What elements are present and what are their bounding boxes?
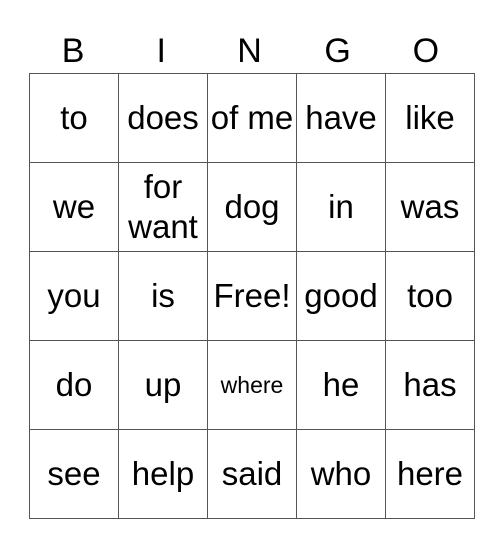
bingo-cell: for want [118,162,208,252]
bingo-card-grid: to does of me have like we for want dog … [29,73,475,519]
bingo-cell: good [296,251,386,341]
bingo-cell: have [296,73,386,163]
bingo-cell: like [385,73,475,163]
bingo-cell: you [29,251,119,341]
bingo-cell: does [118,73,208,163]
header-letter-g: G [324,32,351,70]
bingo-cell: where [207,340,297,430]
bingo-cell: who [296,429,386,519]
bingo-cell: see [29,429,119,519]
bingo-cell: we [29,162,119,252]
grid-row: do up where he has [29,340,475,430]
header-letter-b: B [61,32,85,70]
bingo-cell: said [207,429,297,519]
bingo-cell: is [118,251,208,341]
header-letter-o: O [412,32,440,70]
bingo-cell: dog [207,162,297,252]
bingo-header: B I N G O [29,30,471,73]
bingo-cell: help [118,429,208,519]
bingo-cell: he [296,340,386,430]
bingo-cell: up [118,340,208,430]
header-letter-n: N [237,32,262,70]
grid-row: see help said who here [29,429,475,519]
bingo-cell: do [29,340,119,430]
bingo-cell: of me [207,73,297,163]
free-space-cell: Free! [207,251,297,341]
bingo-cell: has [385,340,475,430]
bingo-cell: to [29,73,119,163]
bingo-cell: here [385,429,475,519]
bingo-cell: in [296,162,386,252]
bingo-cell: was [385,162,475,252]
header-letter-i: I [156,32,166,70]
grid-row: to does of me have like [29,73,475,163]
grid-row: you is Free! good too [29,251,475,341]
bingo-cell: too [385,251,475,341]
grid-row: we for want dog in was [29,162,475,252]
